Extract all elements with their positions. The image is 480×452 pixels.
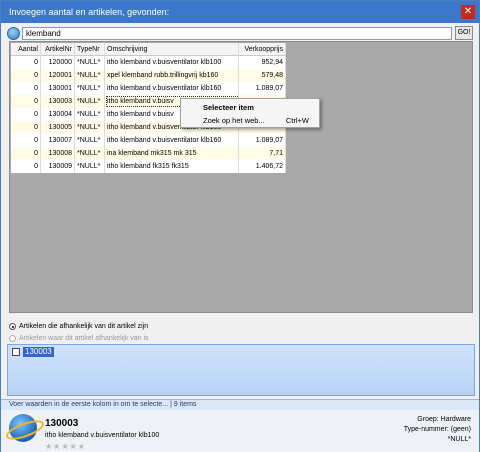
column-header-aantal[interactable]: Aantal (11, 43, 41, 56)
cell-artikelnr: 130003 (41, 95, 75, 108)
radio-label: Artikelen waar dit artikel afhankelijk v… (19, 335, 149, 342)
radio-label: Artikelen die afhankelijk van dit artike… (19, 323, 149, 330)
item-checkbox[interactable] (12, 348, 20, 356)
table-row[interactable]: 0 130009 *NULL* itho klemband fk315 fk31… (11, 160, 286, 173)
context-menu: Selecteer item Zoek op het web... Ctrl+W (180, 98, 320, 128)
window-title: Invoegen aantal en artikelen, gevonden: (9, 7, 170, 17)
column-header-artikelnr[interactable]: ArtikelNr (41, 43, 75, 56)
cell-typenr: *NULL* (75, 121, 105, 134)
cell-aantal[interactable]: 0 (11, 95, 41, 108)
cell-verkoopprijs: 952,94 (239, 56, 286, 69)
search-row: GO! (7, 26, 473, 41)
menu-shortcut: Ctrl+W (285, 116, 309, 125)
menu-item-selecteer-item[interactable]: Selecteer item (203, 103, 254, 112)
cell-verkoopprijs: 1.089,07 (239, 82, 286, 95)
table-row[interactable]: 0 120000 *NULL* itho klemband v.buisvent… (11, 56, 286, 69)
cell-typenr: *NULL* (75, 82, 105, 95)
cell-artikelnr: 120000 (41, 56, 75, 69)
type-number-label: Type-nummer: (geen) (403, 426, 471, 433)
internet-explorer-icon (9, 414, 37, 442)
cell-artikelnr: 130004 (41, 108, 75, 121)
cell-aantal[interactable]: 0 (11, 108, 41, 121)
status-bar: Voer waarden in de eerste kolom in om te… (1, 399, 479, 410)
cell-verkoopprijs: 1.089,07 (239, 134, 286, 147)
list-item[interactable]: 130003 (23, 347, 54, 357)
cell-artikelnr: 130007 (41, 134, 75, 147)
cell-artikelnr: 130008 (41, 147, 75, 160)
status-text: Voer waarden in de eerste kolom in om te… (9, 400, 196, 410)
table-row[interactable]: 0 120001 *NULL* xpel klemband rubb.trill… (11, 69, 286, 82)
close-icon[interactable]: ✕ (461, 5, 475, 19)
cell-aantal[interactable]: 0 (11, 82, 41, 95)
table-row[interactable]: 0 130001 *NULL* itho klemband v.buisvent… (11, 82, 286, 95)
cell-omschrijving: itho klemband v.buisventilator klb100 (105, 56, 239, 69)
title-bar[interactable]: Invoegen aantal en artikelen, gevonden: … (1, 1, 479, 23)
cell-verkoopprijs: 1.406,72 (239, 160, 286, 173)
status-hint: Voer waarden in de eerste kolom in om te… (9, 401, 169, 408)
dependency-listbox[interactable]: 130003 (7, 344, 475, 396)
cell-aantal[interactable]: 0 (11, 134, 41, 147)
rating-stars[interactable]: ★★★★★ (45, 442, 86, 451)
column-header-typenr[interactable]: TypeNr (75, 43, 105, 56)
cell-omschrijving: xpel klemband rubb.trillingvrij kb160 (105, 69, 239, 82)
radio-button-checked[interactable] (9, 323, 16, 330)
cell-aantal[interactable]: 0 (11, 147, 41, 160)
results-grid[interactable]: Aantal ArtikelNr TypeNr Omschrijving Ver… (9, 41, 473, 313)
cell-typenr: *NULL* (75, 108, 105, 121)
search-input[interactable] (22, 27, 452, 40)
cell-omschrijving: itho klemband v.buisventilator klb160 (105, 134, 239, 147)
cell-aantal[interactable]: 0 (11, 121, 41, 134)
cell-typenr: *NULL* (75, 134, 105, 147)
null-label: *NULL* (447, 436, 471, 443)
cell-artikelnr: 120001 (41, 69, 75, 82)
table-row[interactable]: 0 130007 *NULL* itho klemband v.buisvent… (11, 134, 286, 147)
status-separator: | (170, 401, 172, 408)
status-count: 9 items (173, 401, 197, 408)
cell-artikelnr: 130005 (41, 121, 75, 134)
cell-aantal[interactable]: 0 (11, 69, 41, 82)
cell-omschrijving: ina klemband mk315 mk 315 (105, 147, 239, 160)
cell-omschrijving: itho klemband fk315 fk315 (105, 160, 239, 173)
cell-aantal[interactable]: 0 (11, 56, 41, 69)
item-details-footer: 130003 itho klemband v.buisventilator kl… (1, 410, 479, 452)
cell-artikelnr: 130009 (41, 160, 75, 173)
dialog-window: Invoegen aantal en artikelen, gevonden: … (0, 0, 480, 452)
cell-typenr: *NULL* (75, 69, 105, 82)
cell-typenr: *NULL* (75, 160, 105, 173)
cell-aantal[interactable]: 0 (11, 160, 41, 173)
column-header-verkoopprijs[interactable]: Verkoopprijs (239, 43, 286, 56)
search-icon (7, 27, 20, 40)
cell-typenr: *NULL* (75, 95, 105, 108)
menu-item-zoek-op-het-web[interactable]: Zoek op het web... (203, 116, 265, 125)
radio-button-unchecked[interactable] (9, 335, 16, 342)
cell-artikelnr: 130001 (41, 82, 75, 95)
table-row[interactable]: 0 130008 *NULL* ina klemband mk315 mk 31… (11, 147, 286, 160)
cell-typenr: *NULL* (75, 147, 105, 160)
cell-verkoopprijs: 7,71 (239, 147, 286, 160)
cell-omschrijving: itho klemband v.buisventilator klb160 (105, 82, 239, 95)
item-code: 130003 (45, 418, 79, 429)
cell-verkoopprijs: 579,48 (239, 69, 286, 82)
table-header: Aantal ArtikelNr TypeNr Omschrijving Ver… (11, 43, 286, 56)
cell-typenr: *NULL* (75, 56, 105, 69)
group-label: Groep: Hardware (417, 416, 471, 423)
item-description: itho klemband v.buisventilator klb100 (45, 432, 160, 439)
column-header-omschrijving[interactable]: Omschrijving (105, 43, 239, 56)
go-button[interactable]: GO! (455, 26, 473, 40)
